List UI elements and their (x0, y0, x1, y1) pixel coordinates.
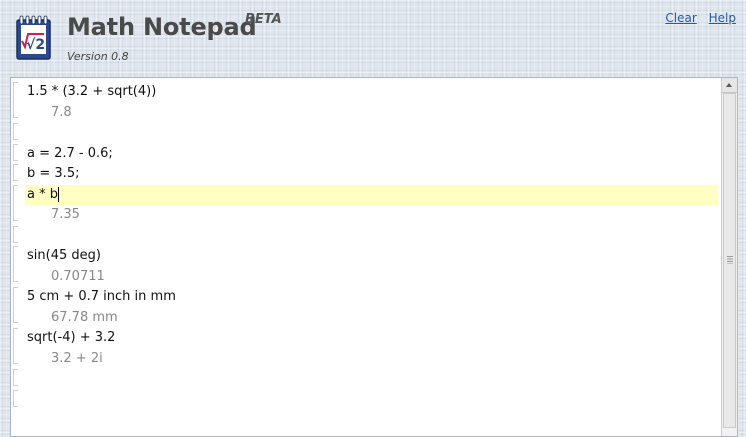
scroll-thumb[interactable] (723, 93, 736, 428)
app-header: √2 Math Notepad BETA Version 0.8 Clear H… (0, 0, 746, 80)
beta-badge: BETA (245, 12, 282, 27)
expression-line[interactable] (25, 390, 718, 411)
gutter-bracket (13, 369, 18, 386)
gutter-bracket (13, 123, 18, 140)
gutter-bracket (13, 328, 18, 364)
expression-line[interactable] (25, 226, 718, 247)
vertical-scrollbar[interactable] (721, 78, 737, 436)
gutter-bracket (13, 287, 18, 323)
active-line-text[interactable]: a * b (27, 187, 58, 202)
gutter-bracket (13, 82, 18, 118)
active-expression-line[interactable]: a * b (25, 184, 718, 205)
version-label: Version 0.8 (67, 50, 129, 63)
gutter-bracket (13, 246, 18, 282)
result-line: 0.70711 (51, 268, 105, 284)
editor-lines[interactable]: 1.5 * (3.2 + sqrt(4)) 7.8 a = 2.7 - 0.6;… (25, 82, 718, 431)
result-line: 67.78 mm (51, 309, 118, 325)
result-line: 7.8 (51, 104, 72, 120)
expression-line[interactable]: sqrt(-4) + 3.2 (25, 328, 718, 349)
text-cursor (57, 186, 59, 202)
gutter-bracket (13, 144, 18, 161)
gutter-bracket (13, 226, 18, 243)
expression-line[interactable] (25, 123, 718, 144)
top-links: Clear Help (657, 11, 736, 25)
gutter-bracket (13, 185, 18, 221)
expression-line[interactable]: a = 2.7 - 0.6; (25, 144, 718, 165)
result-line: 3.2 + 2i (51, 350, 103, 366)
expression-line[interactable]: 1.5 * (3.2 + sqrt(4)) (25, 82, 718, 103)
line-gutter (11, 78, 25, 436)
logo-glyph: √2 (26, 37, 45, 53)
clear-link[interactable]: Clear (665, 11, 696, 25)
help-link[interactable]: Help (709, 11, 736, 25)
expression-line[interactable]: 5 cm + 0.7 inch in mm (25, 287, 718, 308)
expression-line[interactable] (25, 410, 718, 431)
expression-line[interactable] (25, 369, 718, 390)
grip-icon (727, 256, 733, 264)
result-line: 7.35 (51, 207, 80, 222)
scroll-up-arrow-icon[interactable] (722, 78, 737, 93)
notepad-editor[interactable]: 1.5 * (3.2 + sqrt(4)) 7.8 a = 2.7 - 0.6;… (10, 77, 738, 437)
expression-line[interactable]: sin(45 deg) (25, 246, 718, 267)
notepad-sqrt-logo-icon: √2 (16, 15, 51, 60)
gutter-bracket (13, 390, 18, 407)
expression-line[interactable]: b = 3.5; (25, 164, 718, 185)
app-title: Math Notepad (67, 13, 257, 41)
gutter-bracket (13, 164, 18, 181)
